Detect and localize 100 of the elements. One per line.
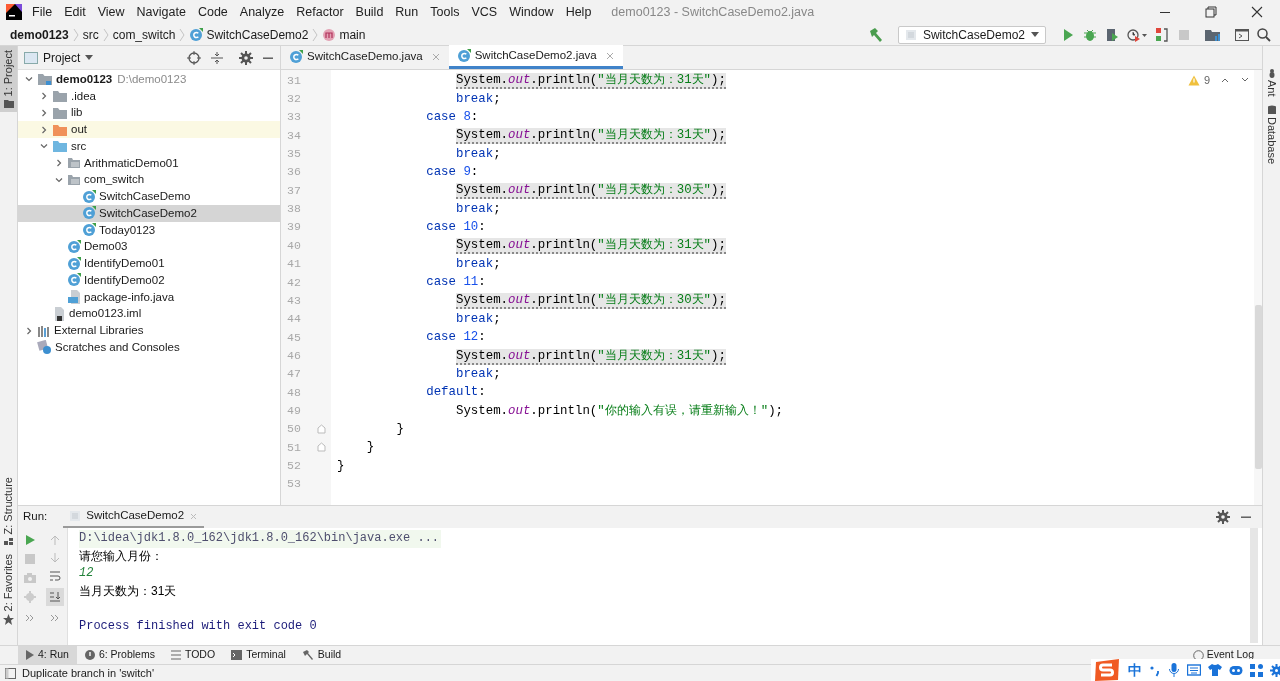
menu-item[interactable]: Help [559, 2, 598, 22]
tree-item[interactable]: lib [18, 104, 280, 122]
chevron-right-icon[interactable] [39, 107, 49, 118]
fold-marker-icon[interactable] [317, 424, 326, 434]
robot-icon[interactable] [1229, 664, 1243, 676]
menu-item[interactable]: Refactor [290, 2, 350, 22]
scrollbar-track[interactable] [1250, 528, 1258, 643]
folder-icon [52, 122, 68, 137]
tree-item[interactable]: demo0123.iml [18, 305, 280, 323]
s-logo-icon[interactable] [1093, 659, 1121, 681]
grid-icon[interactable] [1250, 663, 1263, 677]
run-configuration-dropdown[interactable]: SwitchCaseDemo2 [897, 25, 1046, 44]
tree-item[interactable]: IdentifyDemo02 [18, 272, 280, 289]
profiler-icon[interactable] [1126, 26, 1148, 43]
tree-item[interactable]: External Libraries [18, 322, 280, 339]
search-icon[interactable] [1256, 26, 1272, 43]
more-icon[interactable] [49, 614, 60, 622]
settings-icon[interactable] [1270, 663, 1280, 677]
scroll-to-end-icon[interactable] [45, 588, 64, 606]
tree-item[interactable]: Scratches and Consoles [18, 339, 280, 356]
line-number: 36 [286, 164, 302, 181]
tree-item[interactable]: demo0123 D:\demo0123 [18, 71, 280, 88]
attach-debugger-icon[interactable] [1154, 26, 1170, 43]
coverage-icon[interactable] [1104, 26, 1120, 43]
tree-item[interactable]: IdentifyDemo01 [18, 255, 280, 272]
editor-tab[interactable]: SwitchCaseDemo.java [281, 45, 449, 69]
menu-item[interactable]: File [26, 2, 59, 22]
menu-item[interactable]: Edit [58, 2, 92, 22]
breadcrumb-item[interactable]: SwitchCaseDemo2 [206, 25, 309, 44]
module-folder-icon [37, 72, 53, 87]
tool-window-tab[interactable]: 2: Favorites [0, 549, 17, 629]
tool-window-tab[interactable]: Build [293, 645, 350, 665]
menu-item[interactable]: Run [389, 2, 425, 22]
chevron-right-icon[interactable] [39, 91, 49, 102]
caret-down-icon[interactable] [85, 54, 94, 61]
tool-window-tab[interactable]: 6: Problems [76, 645, 163, 665]
tree-item[interactable]: src [18, 138, 280, 155]
tree-item[interactable]: ArithmaticDemo01 [18, 154, 280, 172]
panel-toggle-icon[interactable] [5, 667, 16, 679]
collapse-all-icon[interactable] [210, 50, 224, 65]
close-icon[interactable] [604, 50, 615, 61]
breadcrumb-item[interactable]: com_switch [112, 25, 176, 44]
menu-item[interactable]: VCS [465, 2, 504, 22]
line-number: 35 [286, 146, 302, 162]
breadcrumb-item[interactable]: demo0123 [10, 25, 69, 44]
document-icon [69, 510, 82, 522]
shirt-icon[interactable] [1208, 663, 1222, 677]
microphone-icon[interactable] [1168, 662, 1180, 678]
tree-item[interactable]: SwitchCaseDemo [18, 188, 280, 205]
run-anything-icon[interactable] [1234, 26, 1250, 43]
more-icon[interactable] [25, 614, 35, 622]
tool-window-tab[interactable]: Z: Structure [0, 473, 17, 550]
tree-item[interactable]: package-info.java [18, 288, 280, 306]
tree-item[interactable]: out [18, 121, 280, 138]
terminal-icon [231, 650, 243, 660]
keyboard-icon[interactable] [1187, 664, 1201, 676]
tree-item[interactable]: com_switch [18, 171, 280, 189]
tool-window-tab[interactable]: TODO [162, 645, 224, 665]
hammer-icon[interactable] [867, 26, 884, 43]
locate-icon[interactable] [187, 50, 201, 65]
input-mode-label[interactable]: 中 [1128, 659, 1142, 681]
tool-window-tab[interactable]: Ant [1263, 68, 1280, 97]
menu-item[interactable]: Navigate [130, 2, 192, 22]
chevron-right-icon[interactable] [39, 124, 49, 135]
class-icon [67, 256, 81, 271]
class-icon [82, 189, 96, 204]
tree-item[interactable]: SwitchCaseDemo2 [18, 205, 280, 222]
tree-item[interactable]: .idea [18, 87, 280, 105]
scrollbar-thumb[interactable] [1255, 305, 1262, 469]
soft-wrap-icon[interactable] [48, 570, 61, 582]
panel-title[interactable]: Project [43, 48, 81, 67]
tool-window-tab[interactable]: Database [1263, 104, 1280, 164]
close-icon[interactable] [430, 52, 441, 62]
menu-item[interactable]: Code [191, 2, 234, 22]
rerun-icon[interactable] [24, 534, 36, 546]
breadcrumb-item[interactable]: main [339, 25, 366, 44]
tree-item[interactable]: Today0123 [18, 221, 280, 239]
menu-item[interactable]: Analyze [233, 2, 291, 22]
menu-item[interactable]: Build [349, 2, 390, 22]
module-file-icon [52, 305, 66, 322]
code-line: break; [455, 90, 501, 108]
menu-item[interactable]: View [91, 2, 131, 22]
tree-item[interactable]: Demo03 [18, 238, 280, 256]
breadcrumb-item[interactable]: src [82, 25, 99, 44]
settings-icon[interactable] [1216, 510, 1230, 524]
chevron-right-icon[interactable] [54, 158, 64, 169]
menu-item[interactable]: Window [503, 2, 560, 22]
line-number: 44 [286, 311, 302, 328]
tool-window-tab[interactable]: 4: Run [18, 645, 77, 665]
editor-tab[interactable]: SwitchCaseDemo2.java [448, 45, 623, 69]
star-icon [3, 614, 14, 625]
chevron-right-icon[interactable] [24, 325, 34, 336]
code-line: break; [455, 145, 501, 163]
tool-window-tab[interactable]: 1: Project [0, 46, 17, 113]
fold-marker-icon[interactable] [317, 442, 326, 453]
settings-icon[interactable] [239, 50, 253, 65]
structure-icon [3, 536, 14, 546]
tool-window-tab[interactable]: Terminal [223, 645, 294, 665]
status-message: Duplicate branch in 'switch' [22, 665, 154, 681]
menu-item[interactable]: Tools [424, 2, 466, 22]
